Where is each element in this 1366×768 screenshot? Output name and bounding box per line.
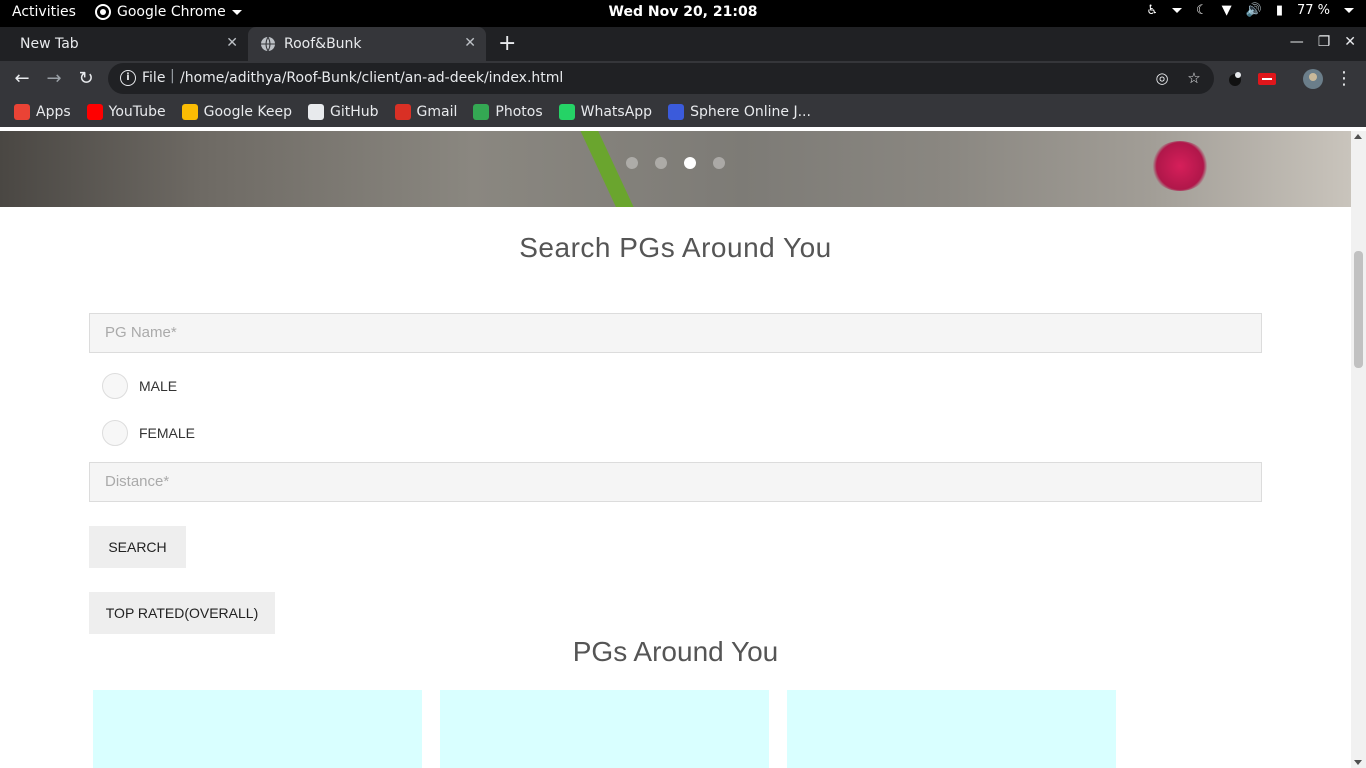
bookmark-sphere-online-j[interactable]: Sphere Online J... (668, 104, 811, 120)
bookmark-label: GitHub (330, 104, 379, 120)
carousel-indicators (626, 157, 725, 169)
system-top-bar: Activities Google Chrome Wed Nov 20, 21:… (0, 0, 1366, 27)
tab-roof-bunk[interactable]: Roof&Bunk ✕ (248, 27, 486, 61)
battery-level: 77 % (1296, 3, 1330, 18)
bookmark-youtube[interactable]: YouTube (86, 104, 166, 120)
profile-avatar[interactable] (1303, 69, 1323, 89)
google-keep-icon (181, 104, 198, 120)
tab-title: New Tab (20, 36, 79, 52)
distance-input[interactable]: Distance* (89, 462, 1262, 502)
wifi-icon: ▼ (1221, 3, 1232, 18)
hero-carousel (0, 131, 1351, 207)
page-viewport: Search PGs Around You PG Name* MALE FEMA… (0, 131, 1366, 768)
chevron-down-icon (1171, 8, 1182, 13)
back-icon[interactable]: ← (11, 68, 33, 90)
scroll-down-icon[interactable] (1354, 760, 1362, 765)
close-icon[interactable]: ✕ (226, 35, 238, 51)
system-tray[interactable]: ♿ ☾ ▼ 🔊 ▮ 77 % (1146, 3, 1354, 18)
hero-decor (579, 131, 637, 207)
chevron-down-icon (231, 9, 242, 15)
reload-icon[interactable]: ↻ (75, 68, 97, 90)
tab-strip: New Tab ✕ Roof&Bunk ✕ + — ❐ ✕ (0, 27, 1366, 61)
gender-option-male[interactable]: MALE (102, 373, 177, 399)
pg-card[interactable] (440, 690, 769, 768)
pgs-around-heading: PGs Around You (572, 636, 779, 667)
gender-option-female[interactable]: FEMALE (102, 420, 195, 446)
activities-button[interactable]: Activities (12, 4, 76, 20)
radio-label: MALE (139, 378, 178, 394)
top-rated-button[interactable]: TOP RATED(OVERALL) (89, 592, 275, 634)
google-photos-icon (473, 104, 490, 120)
app-menu[interactable]: Google Chrome (95, 4, 242, 20)
bookmark-gmail[interactable]: Gmail (394, 104, 458, 120)
carousel-dot[interactable] (626, 157, 638, 169)
url-text[interactable]: /home/adithya/Roof-Bunk/client/an-ad-dee… (180, 70, 563, 86)
gmail-icon (394, 104, 411, 120)
bookmark-github[interactable]: GitHub (308, 104, 379, 120)
carousel-dot[interactable] (655, 157, 667, 169)
minimize-icon[interactable]: — (1290, 34, 1304, 50)
carousel-dot[interactable] (713, 157, 725, 169)
bookmark-whatsapp[interactable]: WhatsApp (558, 104, 653, 120)
close-icon[interactable]: ✕ (464, 35, 476, 51)
bookmark-label: Google Keep (203, 104, 293, 120)
address-bar[interactable]: i File | /home/adithya/Roof-Bunk/client/… (108, 63, 1214, 94)
new-tab-button[interactable]: + (498, 31, 516, 56)
tab-title: Roof&Bunk (284, 36, 362, 52)
extension-red-icon[interactable] (1258, 70, 1276, 88)
bookmark-label: Apps (36, 104, 71, 120)
search-button[interactable]: SEARCH (89, 526, 186, 568)
youtube-icon (86, 104, 103, 120)
whatsapp-icon (558, 104, 575, 120)
bookmark-google-keep[interactable]: Google Keep (181, 104, 293, 120)
scrollbar-thumb[interactable] (1354, 251, 1363, 368)
volume-icon: 🔊 (1245, 3, 1262, 18)
radio-label: FEMALE (139, 425, 196, 441)
url-scheme: File (142, 70, 166, 86)
bookmark-label: YouTube (108, 104, 166, 120)
restore-icon[interactable]: ❐ (1318, 34, 1331, 50)
carousel-dot[interactable] (684, 157, 696, 169)
pg-name-input[interactable]: PG Name* (89, 313, 1262, 353)
location-icon[interactable]: ◎ (1153, 69, 1171, 87)
pg-card[interactable] (93, 690, 422, 768)
accessibility-icon: ♿ (1146, 3, 1158, 18)
clock[interactable]: Wed Nov 20, 21:08 (609, 4, 758, 20)
bookmarks-bar: Apps YouTube Google Keep GitHub Gmail Photos W… (0, 97, 1366, 127)
search-heading: Search PGs Around You (519, 232, 832, 263)
tab-new-tab[interactable]: New Tab ✕ (0, 27, 248, 61)
night-light-icon: ☾ (1195, 3, 1208, 18)
chrome-icon (95, 4, 111, 20)
github-icon (308, 104, 325, 120)
menu-kebab-icon[interactable]: ⋮ (1333, 68, 1355, 90)
page-scrollbar[interactable] (1351, 131, 1366, 768)
bookmark-label: WhatsApp (580, 104, 653, 120)
star-icon[interactable]: ☆ (1185, 69, 1203, 87)
close-window-icon[interactable]: ✕ (1344, 34, 1356, 50)
bookmark-photos[interactable]: Photos (473, 104, 543, 120)
globe-icon (261, 36, 275, 52)
browser-toolbar: ← → ↻ i File | /home/adithya/Roof-Bunk/c… (0, 61, 1366, 97)
forward-icon[interactable]: → (43, 68, 65, 90)
bookmark-label: Photos (495, 104, 543, 120)
bookmark-apps[interactable]: Apps (14, 104, 71, 120)
sphere-online-judge-icon (668, 104, 685, 120)
app-menu-label: Google Chrome (117, 4, 226, 20)
apps-grid-icon (14, 104, 30, 120)
chevron-down-icon (1344, 8, 1354, 13)
bookmark-label: Sphere Online J... (690, 104, 811, 120)
extension-icon[interactable] (1226, 70, 1244, 88)
radio-button[interactable] (102, 373, 128, 399)
pg-card[interactable] (787, 690, 1116, 768)
info-icon[interactable]: i (120, 70, 136, 86)
scroll-up-icon[interactable] (1354, 134, 1362, 139)
radio-button[interactable] (102, 420, 128, 446)
hero-decor (1150, 141, 1210, 191)
battery-icon: ▮ (1275, 3, 1283, 18)
url-separator: | (170, 68, 175, 84)
bookmark-label: Gmail (416, 104, 458, 120)
